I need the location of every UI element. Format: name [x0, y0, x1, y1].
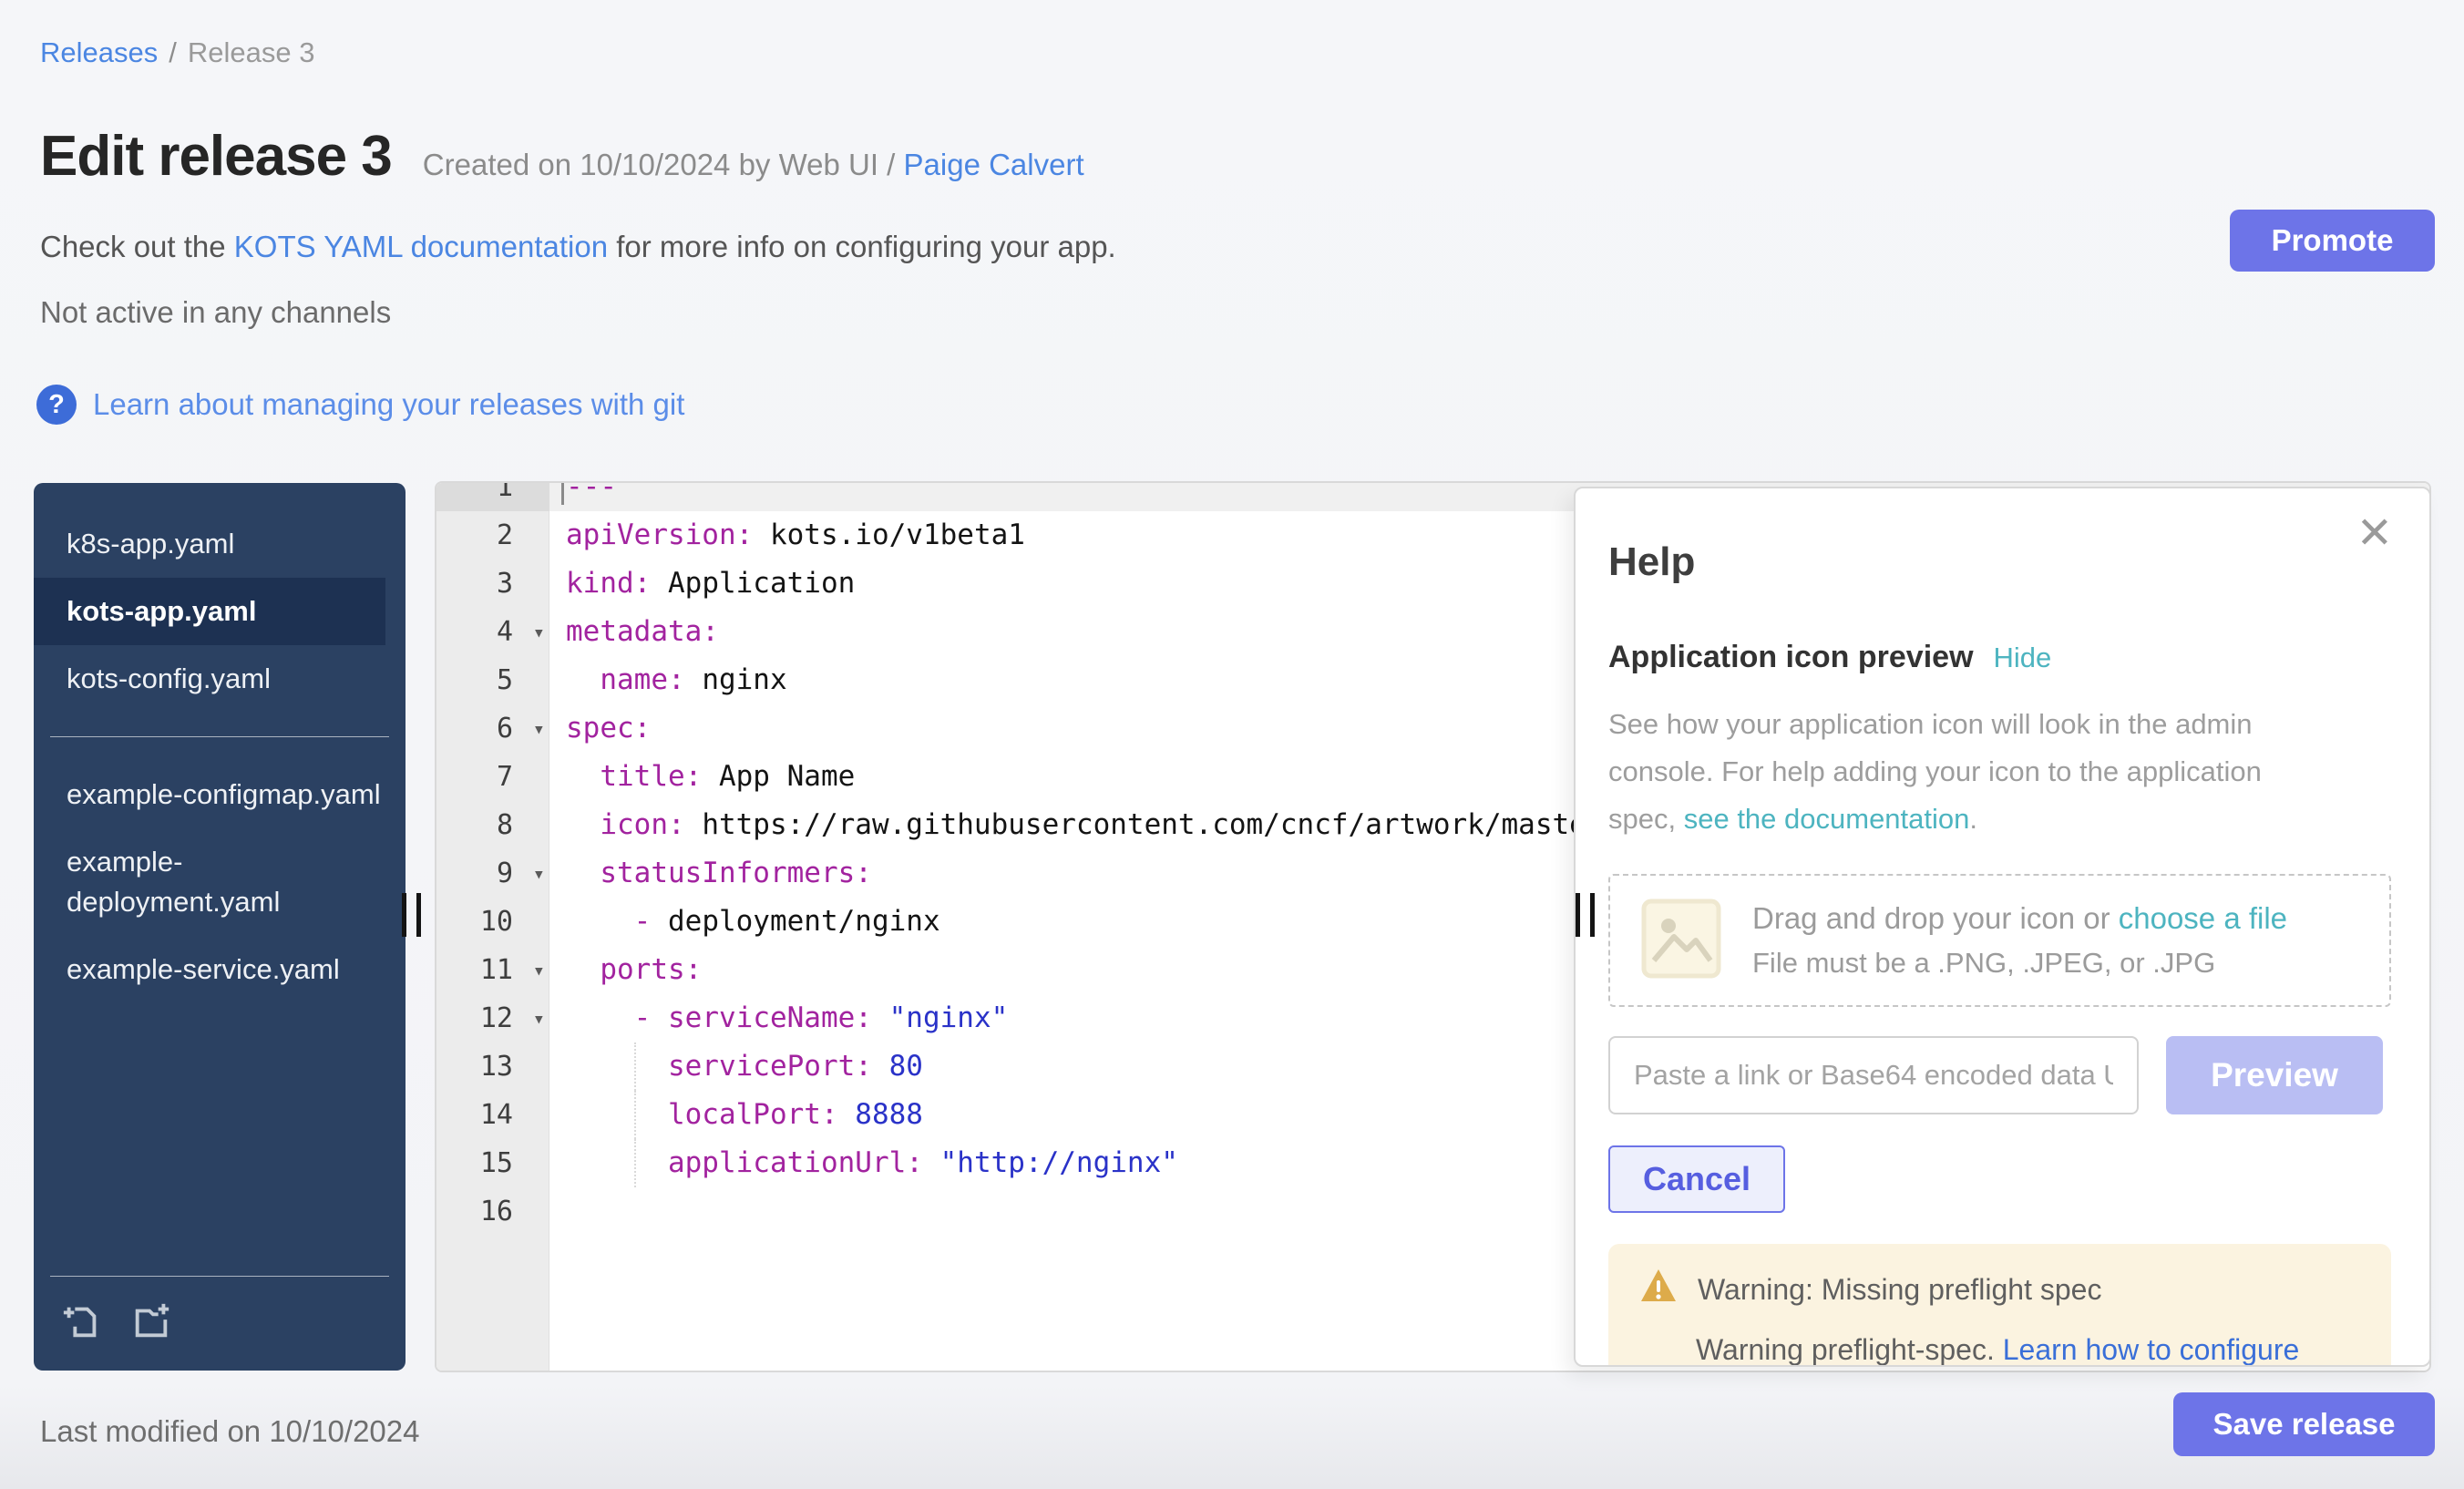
help-resize-handle[interactable] — [1576, 893, 1595, 937]
icon-url-input[interactable] — [1608, 1036, 2139, 1114]
help-title: Help — [1608, 539, 2391, 585]
warning-text: Warning: Missing preflight spec — [1698, 1273, 2101, 1307]
file-tree: k8s-app.yamlkots-app.yamlkots-config.yam… — [34, 510, 406, 1276]
file-tree-item[interactable]: example-configmap.yaml — [34, 761, 406, 828]
icon-preview-section-header: Application icon preview Hide — [1608, 640, 2391, 675]
warning-detail-text: Warning preflight-spec. — [1696, 1333, 2003, 1366]
icon-url-row: Preview — [1608, 1036, 2391, 1114]
breadcrumb-releases-link[interactable]: Releases — [40, 36, 158, 68]
promote-button[interactable]: Promote — [2230, 210, 2435, 272]
choose-file-link[interactable]: choose a file — [2119, 901, 2287, 935]
gutter-line-number: 2 — [436, 511, 549, 560]
channel-status: Not active in any channels — [40, 295, 391, 330]
gutter-line-number: 10 — [436, 898, 549, 946]
question-mark-icon: ? — [36, 385, 77, 425]
new-folder-icon[interactable] — [130, 1300, 172, 1347]
hide-link[interactable]: Hide — [1994, 642, 2052, 674]
fold-arrow-icon[interactable]: ▾ — [533, 947, 545, 995]
preview-button[interactable]: Preview — [2166, 1036, 2383, 1114]
docs-row: Check out the KOTS YAML documentation fo… — [40, 230, 1116, 264]
file-tree-item[interactable]: kots-config.yaml — [34, 645, 406, 713]
gutter-line-number: 1 — [436, 481, 549, 511]
breadcrumb-separator: / — [169, 36, 177, 68]
gutter-line-number: 9▾ — [436, 849, 549, 898]
dropzone-line1: Drag and drop your icon or choose a file — [1752, 901, 2287, 935]
help-panel: ✕ Help Application icon preview Hide See… — [1574, 487, 2431, 1367]
workspace: k8s-app.yamlkots-app.yamlkots-config.yam… — [34, 481, 2431, 1372]
created-meta: Created on 10/10/2024 by Web UI / Paige … — [423, 148, 1084, 182]
close-icon[interactable]: ✕ — [2356, 512, 2393, 556]
icon-preview-title: Application icon preview — [1608, 640, 1974, 675]
warning-triangle-icon — [1639, 1268, 1678, 1311]
sidebar-actions — [50, 1276, 389, 1347]
text-cursor — [561, 481, 564, 505]
dropzone-filetypes: File must be a .PNG, .JPEG, or .JPG — [1752, 947, 2287, 980]
breadcrumb-current: Release 3 — [188, 36, 315, 68]
preflight-warning-box: Warning: Missing preflight spec Warning … — [1608, 1244, 2391, 1367]
file-sidebar: k8s-app.yamlkots-app.yamlkots-config.yam… — [34, 483, 406, 1371]
docs-text-after: for more info on configuring your app. — [608, 230, 1116, 263]
description-text-after: . — [1969, 803, 1977, 835]
icon-preview-description: See how your application icon will look … — [1608, 701, 2319, 843]
new-file-icon[interactable] — [61, 1300, 103, 1347]
editor-gutter-lines: 1234▾56▾789▾1011▾12▾13141516 — [436, 481, 549, 1236]
gutter-line-number: 8 — [436, 801, 549, 849]
gutter-line-number: 5 — [436, 656, 549, 704]
save-release-button[interactable]: Save release — [2173, 1392, 2435, 1456]
file-tree-item[interactable]: k8s-app.yaml — [34, 510, 406, 578]
last-modified-text: Last modified on 10/10/2024 — [40, 1414, 419, 1449]
git-releases-link[interactable]: Learn about managing your releases with … — [93, 387, 684, 422]
gutter-line-number: 13 — [436, 1042, 549, 1091]
learn-configure-link[interactable]: Learn how to configure — [2003, 1333, 2300, 1366]
git-help-row: ? Learn about managing your releases wit… — [36, 385, 684, 425]
created-meta-text: Created on 10/10/2024 by Web UI / — [423, 148, 904, 181]
see-documentation-link[interactable]: see the documentation — [1684, 803, 1970, 835]
gutter-line-number: 15 — [436, 1139, 549, 1187]
docs-text-before: Check out the — [40, 230, 234, 263]
image-placeholder-icon — [1641, 899, 1721, 983]
file-tree-item[interactable]: example-service.yaml — [34, 936, 406, 1003]
gutter-line-number: 7 — [436, 753, 549, 801]
file-tree-item[interactable]: example-deployment.yaml — [34, 828, 406, 936]
breadcrumb: Releases / Release 3 — [40, 36, 314, 69]
warning-detail: Warning preflight-spec. Learn how to con… — [1696, 1333, 2360, 1367]
file-tree-divider — [50, 736, 389, 737]
title-row: Edit release 3 Created on 10/10/2024 by … — [40, 124, 1084, 189]
fold-arrow-icon[interactable]: ▾ — [533, 995, 545, 1043]
dropzone-text: Drag and drop your icon or — [1752, 901, 2119, 935]
gutter-line-number: 6▾ — [436, 704, 549, 753]
gutter-line-number: 3 — [436, 560, 549, 608]
icon-dropzone[interactable]: Drag and drop your icon or choose a file… — [1608, 874, 2391, 1007]
gutter-line-number: 12▾ — [436, 994, 549, 1042]
fold-arrow-icon[interactable]: ▾ — [533, 609, 545, 657]
file-tree-item[interactable]: kots-app.yaml — [34, 578, 385, 645]
author-link[interactable]: Paige Calvert — [904, 148, 1084, 181]
fold-arrow-icon[interactable]: ▾ — [533, 850, 545, 899]
sidebar-resize-handle[interactable] — [402, 893, 421, 937]
kots-yaml-docs-link[interactable]: KOTS YAML documentation — [234, 230, 608, 263]
gutter-line-number: 11▾ — [436, 946, 549, 994]
gutter-line-number: 4▾ — [436, 608, 549, 656]
cancel-button[interactable]: Cancel — [1608, 1145, 1785, 1213]
fold-arrow-icon[interactable]: ▾ — [533, 705, 545, 754]
gutter-line-number: 16 — [436, 1187, 549, 1236]
page-title: Edit release 3 — [40, 124, 392, 189]
gutter-line-number: 14 — [436, 1091, 549, 1139]
edit-release-page: { "breadcrumb": { "link": "Releases", "s… — [0, 0, 2464, 1489]
